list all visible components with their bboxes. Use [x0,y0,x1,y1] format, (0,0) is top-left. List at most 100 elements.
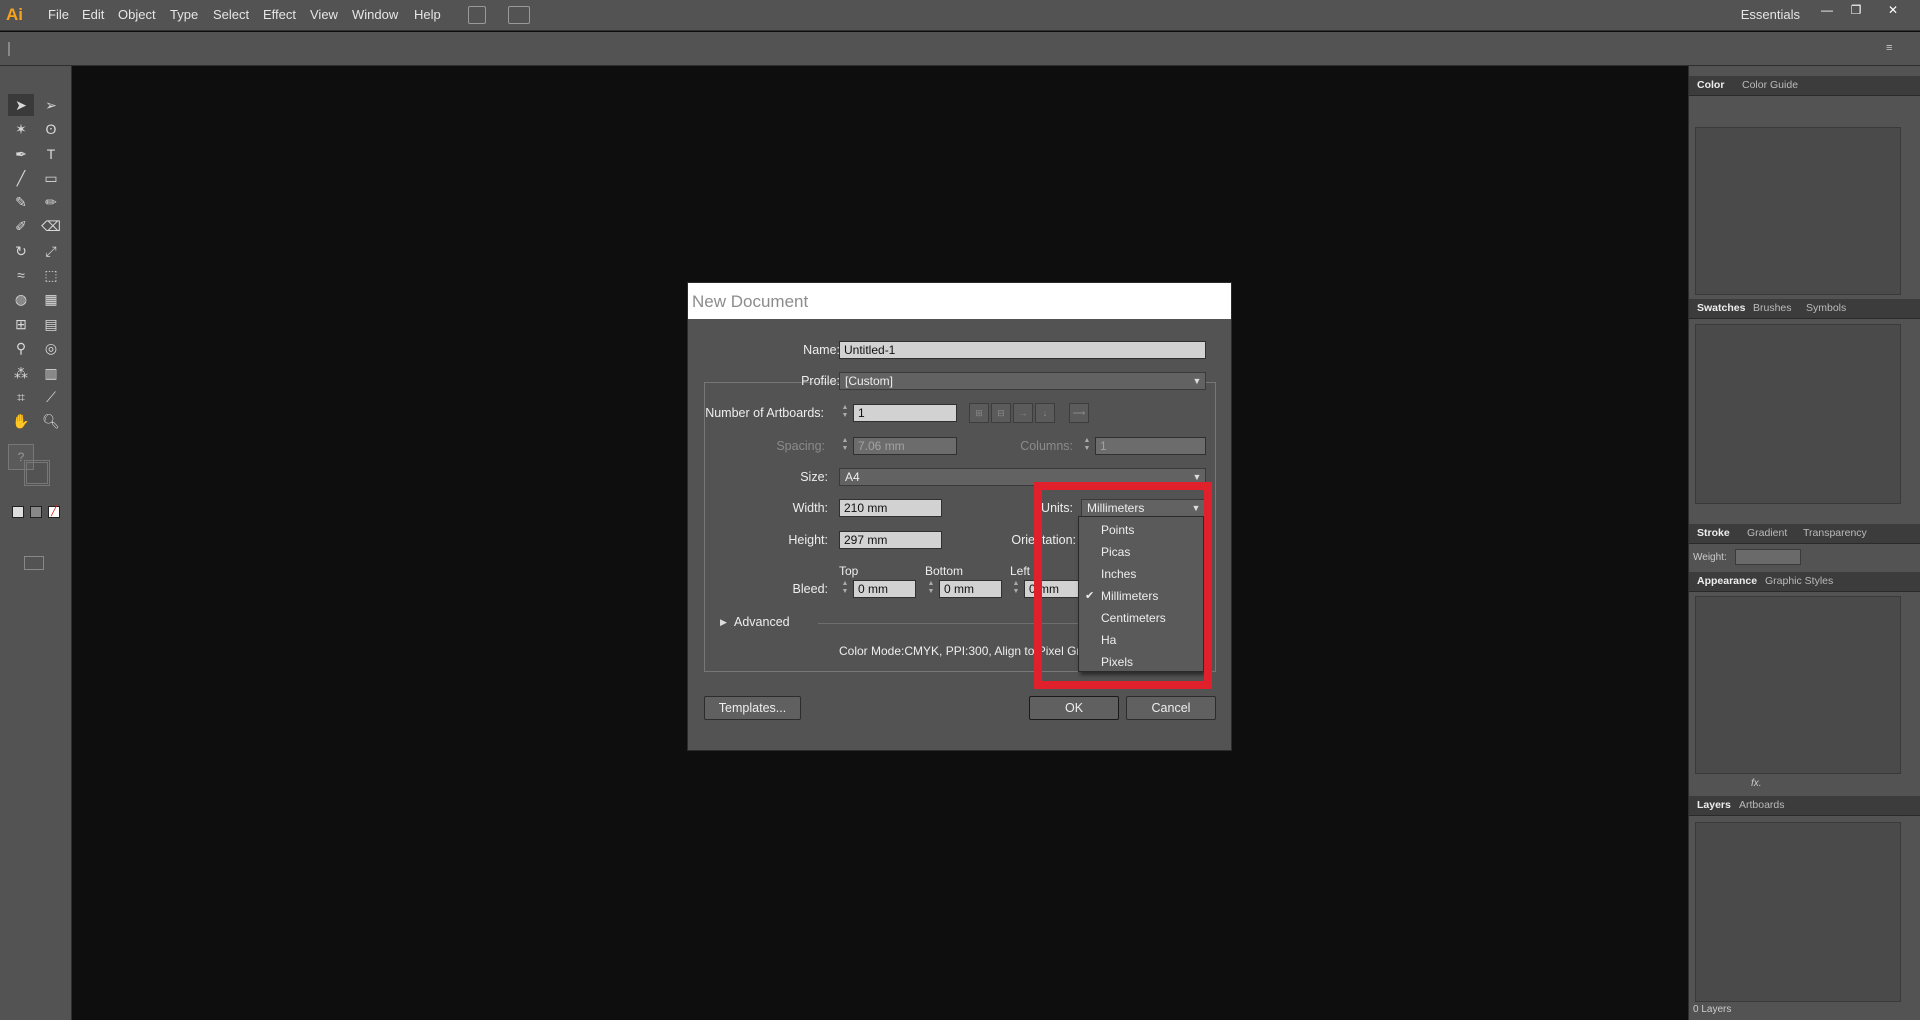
weight-label: Weight: [1693,552,1727,563]
close-icon[interactable]: ✕ [1880,2,1906,18]
blend-tool-icon[interactable]: ◎ [38,337,64,359]
columns-stepper-icon: ▲ ▼ [1083,437,1091,452]
mesh-tool-icon[interactable]: ⊞ [8,313,34,335]
screen-mode-icon[interactable] [24,556,44,570]
type-tool-icon[interactable]: T [38,143,64,165]
perspective-grid-tool-icon[interactable]: ▦ [38,288,64,310]
fx-icon[interactable]: fx. [1751,778,1762,789]
swatches-panel-tabs: Swatches Brushes Symbols [1689,299,1920,319]
tab-gradient[interactable]: Gradient [1747,527,1787,539]
none-mode-icon[interactable]: ╱ [48,506,60,518]
arrange-documents-icon[interactable] [508,6,530,24]
symbol-sprayer-tool-icon[interactable]: ⁂ [8,362,34,384]
tab-color[interactable]: Color [1697,79,1724,91]
color-mode-icon[interactable] [12,506,24,518]
templates-button[interactable]: Templates... [704,696,801,720]
panel-menu-icon[interactable]: ≡ [1886,42,1902,54]
name-field[interactable]: Untitled-1 [839,341,1206,359]
bleed-bottom-stepper-icon[interactable]: ▲ ▼ [925,580,937,598]
name-label: Name: [803,343,840,357]
arrange-by-row-icon[interactable]: → [1013,403,1033,423]
eyedropper-tool-icon[interactable]: ⚲ [8,337,34,359]
menu-object[interactable]: Object [118,7,156,22]
ok-button[interactable]: OK [1029,696,1119,720]
shape-builder-tool-icon[interactable]: ◍ [8,288,34,310]
menu-view[interactable]: View [310,7,338,22]
profile-dropdown[interactable]: [Custom] ▼ [839,372,1206,390]
direct-selection-tool-icon[interactable]: ➢ [38,94,64,116]
paintbrush-tool-icon[interactable]: ✎ [8,191,34,213]
gradient-mode-icon[interactable] [30,506,42,518]
cancel-button[interactable]: Cancel [1126,696,1216,720]
height-label: Height: [788,533,828,547]
zoom-tool-icon[interactable]: 🔍︎ [38,410,64,432]
tab-stroke[interactable]: Stroke [1697,527,1730,539]
menu-bar: Ai File Edit Object Type Select Effect V… [0,0,1920,31]
lasso-tool-icon[interactable]: ʘ [38,118,64,140]
tab-transparency[interactable]: Transparency [1803,527,1867,539]
menu-file[interactable]: File [48,7,69,22]
tab-symbols[interactable]: Symbols [1806,302,1846,314]
bleed-top-field[interactable]: 0 mm [853,580,916,598]
arrange-by-column-icon[interactable]: ↓ [1035,403,1055,423]
weight-field[interactable] [1735,549,1801,565]
eraser-tool-icon[interactable]: ⌫ [38,215,64,237]
selection-tool-icon[interactable]: ➤ [8,94,34,116]
advanced-toggle[interactable]: Advanced [734,615,790,629]
bleed-bottom-field[interactable]: 0 mm [939,580,1002,598]
scale-tool-icon[interactable]: ⤢ [38,240,64,262]
artboard-tool-icon[interactable]: ⌗ [8,386,34,408]
grid-by-column-icon[interactable]: ⊟ [991,403,1011,423]
blob-brush-tool-icon[interactable]: ✐ [8,215,34,237]
stroke-panel-tabs: Stroke Gradient Transparency [1689,524,1920,544]
disclosure-triangle-icon[interactable]: ▶ [720,617,727,628]
tab-color-guide[interactable]: Color Guide [1742,79,1798,91]
artboard-layout-buttons: ⊞ ⊟ → ↓ ⟶ [969,403,1089,423]
menu-edit[interactable]: Edit [82,7,104,22]
magic-wand-tool-icon[interactable]: ✶ [8,118,34,140]
bridge-icon[interactable] [468,6,486,24]
pen-tool-icon[interactable]: ✒ [8,143,34,165]
profile-value: [Custom] [845,374,894,388]
artboards-field[interactable]: 1 [853,404,957,422]
menu-select[interactable]: Select [213,7,249,22]
tab-swatches[interactable]: Swatches [1697,302,1745,314]
bleed-left-stepper-icon[interactable]: ▲ ▼ [1010,580,1022,598]
appearance-panel-tabs: Appearance Graphic Styles [1689,572,1920,592]
stroke-swatch[interactable] [24,460,50,486]
height-field[interactable]: 297 mm [839,531,942,549]
gradient-tool-icon[interactable]: ▤ [38,313,64,335]
pencil-tool-icon[interactable]: ✏ [38,191,64,213]
line-tool-icon[interactable]: ╱ [8,167,34,189]
tab-graphic-styles[interactable]: Graphic Styles [1765,575,1833,587]
rotate-tool-icon[interactable]: ↻ [8,240,34,262]
width-field[interactable]: 210 mm [839,499,942,517]
slice-tool-icon[interactable]: ⟋ [38,386,64,408]
menu-type[interactable]: Type [170,7,198,22]
restore-icon[interactable]: ❐ [1843,2,1869,18]
tab-layers[interactable]: Layers [1697,799,1731,811]
hand-tool-icon[interactable]: ✋ [8,410,34,432]
column-graph-tool-icon[interactable]: ▥ [38,362,64,384]
menu-effect[interactable]: Effect [263,7,296,22]
control-bar-grip[interactable] [8,42,10,56]
rectangle-tool-icon[interactable]: ▭ [38,167,64,189]
bleed-bottom-label: Bottom [925,564,964,578]
minimize-icon[interactable]: — [1814,2,1840,18]
warp-tool-icon[interactable]: ≈ [8,264,34,286]
spacing-field: 7.06 mm [853,437,957,455]
bleed-left-label: Left [1010,564,1031,578]
menu-help[interactable]: Help [414,7,441,22]
free-transform-tool-icon[interactable]: ⬚ [38,264,64,286]
tab-appearance[interactable]: Appearance [1697,575,1757,587]
menu-window[interactable]: Window [352,7,398,22]
grid-by-row-icon[interactable]: ⊞ [969,403,989,423]
tab-artboards[interactable]: Artboards [1739,799,1785,811]
layout-direction-icon[interactable]: ⟶ [1069,403,1089,423]
artboards-label: Number of Artboards: [705,406,824,420]
workspace-switcher[interactable]: Essentials [1741,7,1800,22]
tab-brushes[interactable]: Brushes [1753,302,1792,314]
bleed-top-stepper-icon[interactable]: ▲ ▼ [839,580,851,598]
artboards-stepper-icon[interactable]: ▲ ▼ [839,404,851,422]
spacing-label: Spacing: [776,439,825,453]
